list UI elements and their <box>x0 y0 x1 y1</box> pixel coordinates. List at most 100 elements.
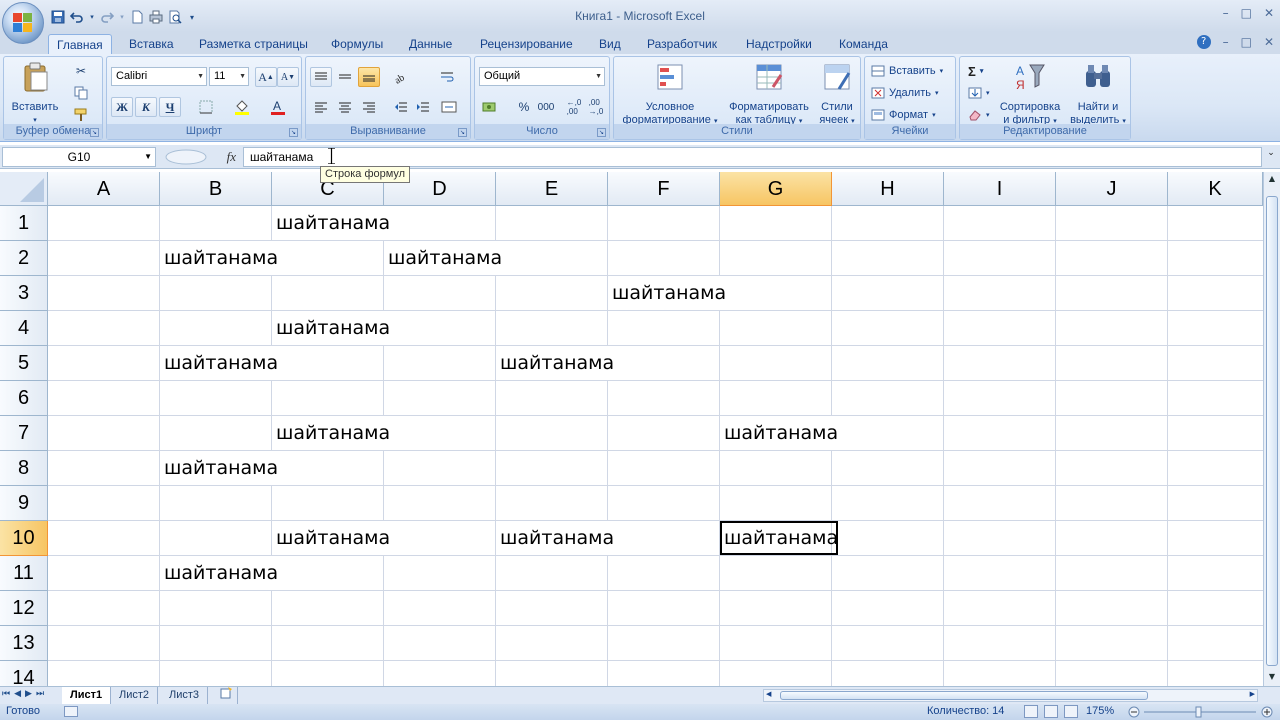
number-format-select[interactable]: Общий ▼ <box>479 67 605 86</box>
dialog-launcher-icon[interactable]: ↘ <box>597 128 606 137</box>
page-break-view-icon[interactable] <box>1064 705 1078 718</box>
align-left-icon[interactable] <box>310 97 332 117</box>
row-header-4[interactable]: 4 <box>0 311 48 346</box>
align-bottom-icon[interactable] <box>358 67 380 87</box>
currency-format-icon[interactable] <box>479 97 501 117</box>
find-select-button[interactable]: Найти и выделить ▾ <box>1066 61 1130 128</box>
zoom-level[interactable]: 175% <box>1086 705 1114 717</box>
tab-insert[interactable]: Вставка <box>121 34 182 54</box>
office-button[interactable] <box>2 2 44 44</box>
copy-icon[interactable] <box>70 83 92 103</box>
font-size-select[interactable]: 11 ▼ <box>209 67 249 86</box>
column-header-j[interactable]: J <box>1056 172 1168 206</box>
format-cells-button[interactable]: Формат ▾ <box>871 106 936 124</box>
row-header-8[interactable]: 8 <box>0 451 48 486</box>
restore-workbook-button[interactable]: □ <box>1241 35 1252 49</box>
close-button[interactable]: ✕ <box>1264 6 1274 20</box>
cell[interactable]: шайтанама <box>272 206 391 240</box>
cell[interactable]: шайтанама <box>608 276 727 310</box>
cell[interactable]: шайтанама <box>496 346 615 380</box>
wrap-text-icon[interactable] <box>436 67 458 87</box>
cell[interactable]: шайтанама <box>272 311 391 345</box>
merge-cells-icon[interactable] <box>438 97 460 117</box>
delete-cells-button[interactable]: Удалить ▾ <box>871 84 939 102</box>
tab-data[interactable]: Данные <box>401 34 460 54</box>
align-center-icon[interactable] <box>334 97 356 117</box>
row-header-2[interactable]: 2 <box>0 241 48 276</box>
help-icon[interactable]: ? <box>1196 35 1211 49</box>
scroll-down-icon[interactable]: ▼ <box>1266 672 1278 684</box>
percent-format-button[interactable]: % <box>513 97 535 117</box>
worksheet-grid[interactable]: A B C D E F G H I J K 1 2 3 4 5 6 7 8 9 10 11 12 13 14 шайтанама ш… <box>0 172 1263 686</box>
insert-function-button[interactable]: fx <box>227 149 236 165</box>
expand-formula-bar-icon[interactable]: ⌄ <box>1264 148 1278 166</box>
font-color-icon[interactable]: A <box>267 97 289 117</box>
horizontal-scrollbar[interactable]: ◀ ▶ <box>763 689 1258 702</box>
cell[interactable]: шайтанама <box>496 521 615 555</box>
row-header-12[interactable]: 12 <box>0 591 48 626</box>
fill-color-icon[interactable] <box>231 97 253 117</box>
tab-team[interactable]: Команда <box>831 34 896 54</box>
tab-home[interactable]: Главная <box>48 34 112 54</box>
column-header-i[interactable]: I <box>944 172 1056 206</box>
close-workbook-button[interactable]: ✕ <box>1264 35 1274 49</box>
cell[interactable]: шайтанама <box>384 241 503 275</box>
fill-button[interactable]: ▾ <box>968 84 990 102</box>
scroll-left-icon[interactable]: ◀ <box>766 690 771 698</box>
name-box[interactable]: G10 ▼ <box>2 147 156 167</box>
column-header-k[interactable]: K <box>1168 172 1263 206</box>
scroll-up-icon[interactable]: ▲ <box>1266 174 1278 186</box>
row-header-10[interactable]: 10 <box>0 521 48 556</box>
next-sheet-icon[interactable]: ▶ <box>25 689 32 699</box>
decrease-decimal-icon[interactable]: ,00 →,0 <box>585 97 607 117</box>
row-header-11[interactable]: 11 <box>0 556 48 591</box>
increase-decimal-icon[interactable]: ←,0,00 <box>563 97 585 117</box>
column-header-e[interactable]: E <box>496 172 608 206</box>
vertical-scrollbar[interactable]: ▲ ▼ <box>1263 172 1280 686</box>
cell[interactable]: шайтанама <box>160 241 279 275</box>
underline-button[interactable]: Ч <box>159 97 181 117</box>
last-sheet-icon[interactable]: ⏭ <box>36 689 44 699</box>
decrease-indent-icon[interactable] <box>390 97 412 117</box>
paste-button[interactable]: Вставить ▾ <box>10 61 60 127</box>
minimize-workbook-button[interactable]: – <box>1223 35 1229 49</box>
scroll-right-icon[interactable]: ▶ <box>1250 690 1255 698</box>
borders-icon[interactable] <box>195 97 217 117</box>
tab-addins[interactable]: Надстройки <box>738 34 820 54</box>
macro-record-icon[interactable] <box>64 706 78 717</box>
cut-icon[interactable]: ✂ <box>70 61 92 81</box>
sort-filter-button[interactable]: AЯ Сортировка и фильтр ▾ <box>994 61 1066 128</box>
dialog-launcher-icon[interactable]: ↘ <box>289 128 298 137</box>
autosum-button[interactable]: Σ ▾ <box>968 62 983 80</box>
column-header-g[interactable]: G <box>720 172 832 206</box>
row-header-9[interactable]: 9 <box>0 486 48 521</box>
tab-page-layout[interactable]: Разметка страницы <box>191 34 316 54</box>
horizontal-scroll-thumb[interactable] <box>780 691 1148 700</box>
format-painter-icon[interactable] <box>70 105 92 125</box>
sheet-tab-2[interactable]: Лист2 <box>111 687 159 704</box>
align-middle-icon[interactable] <box>334 67 356 87</box>
clear-button[interactable]: ▾ <box>968 106 990 124</box>
active-cell[interactable]: шайтанама <box>720 521 839 555</box>
formula-input[interactable]: шайтанама <box>243 147 1262 167</box>
tab-developer[interactable]: Разработчик <box>639 34 725 54</box>
column-header-f[interactable]: F <box>608 172 720 206</box>
sheet-tab-3[interactable]: Лист3 <box>161 687 209 704</box>
cell-styles-button[interactable]: Стили ячеек ▾ <box>814 61 860 128</box>
cell[interactable]: шайтанама <box>272 416 391 450</box>
zoom-slider[interactable] <box>1128 706 1274 718</box>
row-header-1[interactable]: 1 <box>0 206 48 241</box>
align-right-icon[interactable] <box>358 97 380 117</box>
normal-view-icon[interactable] <box>1024 705 1038 718</box>
dialog-launcher-icon[interactable]: ↘ <box>458 128 467 137</box>
thousands-separator-button[interactable]: 000 <box>535 97 557 117</box>
tab-formulas[interactable]: Формулы <box>323 34 391 54</box>
row-header-14[interactable]: 14 <box>0 661 48 686</box>
first-sheet-icon[interactable]: ⏮ <box>2 689 10 699</box>
bold-button[interactable]: Ж <box>111 97 133 117</box>
shrink-font-icon[interactable]: A ▼ <box>277 67 299 87</box>
cell[interactable]: шайтанама <box>160 556 279 590</box>
row-header-6[interactable]: 6 <box>0 381 48 416</box>
select-all-button[interactable] <box>0 172 48 206</box>
formula-divider-handle[interactable] <box>164 149 208 165</box>
